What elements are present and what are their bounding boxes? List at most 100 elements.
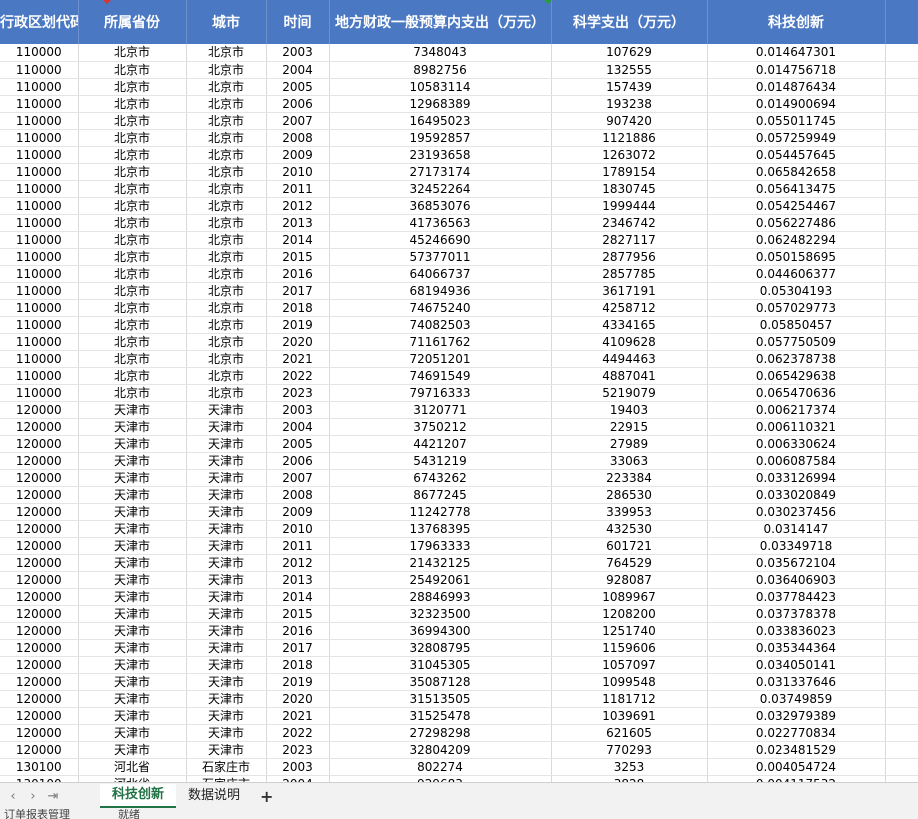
cell-province[interactable]: 北京市	[78, 180, 187, 198]
cell-province[interactable]: 北京市	[78, 282, 187, 300]
cell-innovation[interactable]: 0.055011745	[707, 112, 886, 130]
cell-science[interactable]: 2857785	[551, 265, 708, 283]
cell-code[interactable]: 120000	[0, 537, 79, 555]
cell-year[interactable]: 2005	[266, 78, 330, 96]
cell-year[interactable]: 2012	[266, 197, 330, 215]
cell-science[interactable]: 1263072	[551, 146, 708, 164]
cell-year[interactable]: 2018	[266, 299, 330, 317]
cell-empty[interactable]	[885, 537, 918, 555]
cell-code[interactable]: 110000	[0, 333, 79, 351]
cell-year[interactable]: 2013	[266, 214, 330, 232]
cell-innovation[interactable]: 0.057750509	[707, 333, 886, 351]
next-icon[interactable]: ›	[26, 789, 40, 804]
cell-province[interactable]: 天津市	[78, 503, 187, 521]
cell-city[interactable]: 天津市	[186, 435, 267, 453]
cell-science[interactable]: 1099548	[551, 673, 708, 691]
tab-shuju-shuoming[interactable]: 数据说明	[176, 784, 252, 808]
cell-year[interactable]: 2010	[266, 163, 330, 181]
cell-year[interactable]: 2009	[266, 146, 330, 164]
cell-province[interactable]: 北京市	[78, 384, 187, 402]
cell-year[interactable]: 2014	[266, 231, 330, 249]
cell-province[interactable]: 天津市	[78, 571, 187, 589]
cell-budget[interactable]: 79716333	[329, 384, 552, 402]
cell-budget[interactable]: 74675240	[329, 299, 552, 317]
cell-province[interactable]: 北京市	[78, 78, 187, 96]
cell-empty[interactable]	[885, 299, 918, 317]
cell-province[interactable]: 北京市	[78, 248, 187, 266]
cell-city[interactable]: 天津市	[186, 656, 267, 674]
cell-empty[interactable]	[885, 316, 918, 334]
cell-science[interactable]: 5219079	[551, 384, 708, 402]
cell-province[interactable]: 天津市	[78, 639, 187, 657]
cell-province[interactable]: 天津市	[78, 418, 187, 436]
cell-innovation[interactable]: 0.006110321	[707, 418, 886, 436]
cell-year[interactable]: 2022	[266, 724, 330, 742]
cell-science[interactable]: 286530	[551, 486, 708, 504]
cell-innovation[interactable]: 0.014647301	[707, 44, 886, 62]
cell-science[interactable]: 1789154	[551, 163, 708, 181]
cell-province[interactable]: 北京市	[78, 146, 187, 164]
cell-code[interactable]: 130100	[0, 775, 79, 782]
cell-year[interactable]: 2016	[266, 265, 330, 283]
cell-code[interactable]: 120000	[0, 605, 79, 623]
cell-innovation[interactable]: 0.033020849	[707, 486, 886, 504]
cell-empty[interactable]	[885, 758, 918, 776]
cell-province[interactable]: 北京市	[78, 350, 187, 368]
spreadsheet-grid[interactable]: 行政区划代码 所属省份 城市 时间 地方财政一般预算内支出（万元） 科学支出（万…	[0, 0, 918, 782]
cell-province[interactable]: 北京市	[78, 129, 187, 147]
cell-empty[interactable]	[885, 622, 918, 640]
cell-innovation[interactable]: 0.065842658	[707, 163, 886, 181]
cell-city[interactable]: 北京市	[186, 316, 267, 334]
cell-budget[interactable]: 802274	[329, 758, 552, 776]
cell-empty[interactable]	[885, 197, 918, 215]
cell-province[interactable]: 天津市	[78, 435, 187, 453]
cell-science[interactable]: 601721	[551, 537, 708, 555]
cell-empty[interactable]	[885, 724, 918, 742]
cell-empty[interactable]	[885, 418, 918, 436]
cell-innovation[interactable]: 0.057029773	[707, 299, 886, 317]
cell-city[interactable]: 石家庄市	[186, 758, 267, 776]
cell-budget[interactable]: 35087128	[329, 673, 552, 691]
cell-science[interactable]: 22915	[551, 418, 708, 436]
cell-province[interactable]: 天津市	[78, 707, 187, 725]
cell-year[interactable]: 2005	[266, 435, 330, 453]
cell-innovation[interactable]: 0.054457645	[707, 146, 886, 164]
cell-year[interactable]: 2019	[266, 316, 330, 334]
cell-innovation[interactable]: 0.050158695	[707, 248, 886, 266]
cell-city[interactable]: 天津市	[186, 622, 267, 640]
cell-code[interactable]: 120000	[0, 588, 79, 606]
cell-budget[interactable]: 45246690	[329, 231, 552, 249]
cell-innovation[interactable]: 0.006217374	[707, 401, 886, 419]
cell-city[interactable]: 北京市	[186, 78, 267, 96]
cell-city[interactable]: 天津市	[186, 401, 267, 419]
cell-innovation[interactable]: 0.037784423	[707, 588, 886, 606]
cell-code[interactable]: 120000	[0, 503, 79, 521]
cell-city[interactable]: 天津市	[186, 741, 267, 759]
cell-code[interactable]: 120000	[0, 401, 79, 419]
cell-province[interactable]: 天津市	[78, 656, 187, 674]
cell-city[interactable]: 北京市	[186, 197, 267, 215]
cell-province[interactable]: 北京市	[78, 163, 187, 181]
cell-code[interactable]: 110000	[0, 384, 79, 402]
cell-year[interactable]: 2019	[266, 673, 330, 691]
cell-code[interactable]: 110000	[0, 350, 79, 368]
cell-city[interactable]: 天津市	[186, 588, 267, 606]
cell-year[interactable]: 2017	[266, 639, 330, 657]
cell-empty[interactable]	[885, 384, 918, 402]
cell-budget[interactable]: 929683	[329, 775, 552, 782]
cell-code[interactable]: 110000	[0, 282, 79, 300]
cell-science[interactable]: 3617191	[551, 282, 708, 300]
cell-budget[interactable]: 36994300	[329, 622, 552, 640]
cell-year[interactable]: 2010	[266, 520, 330, 538]
cell-innovation[interactable]: 0.065429638	[707, 367, 886, 385]
cell-budget[interactable]: 71161762	[329, 333, 552, 351]
cell-empty[interactable]	[885, 214, 918, 232]
cell-science[interactable]: 907420	[551, 112, 708, 130]
cell-code[interactable]: 110000	[0, 316, 79, 334]
cell-budget[interactable]: 31045305	[329, 656, 552, 674]
cell-city[interactable]: 天津市	[186, 469, 267, 487]
cell-budget[interactable]: 3750212	[329, 418, 552, 436]
cell-budget[interactable]: 17963333	[329, 537, 552, 555]
cell-year[interactable]: 2023	[266, 741, 330, 759]
cell-province[interactable]: 天津市	[78, 690, 187, 708]
